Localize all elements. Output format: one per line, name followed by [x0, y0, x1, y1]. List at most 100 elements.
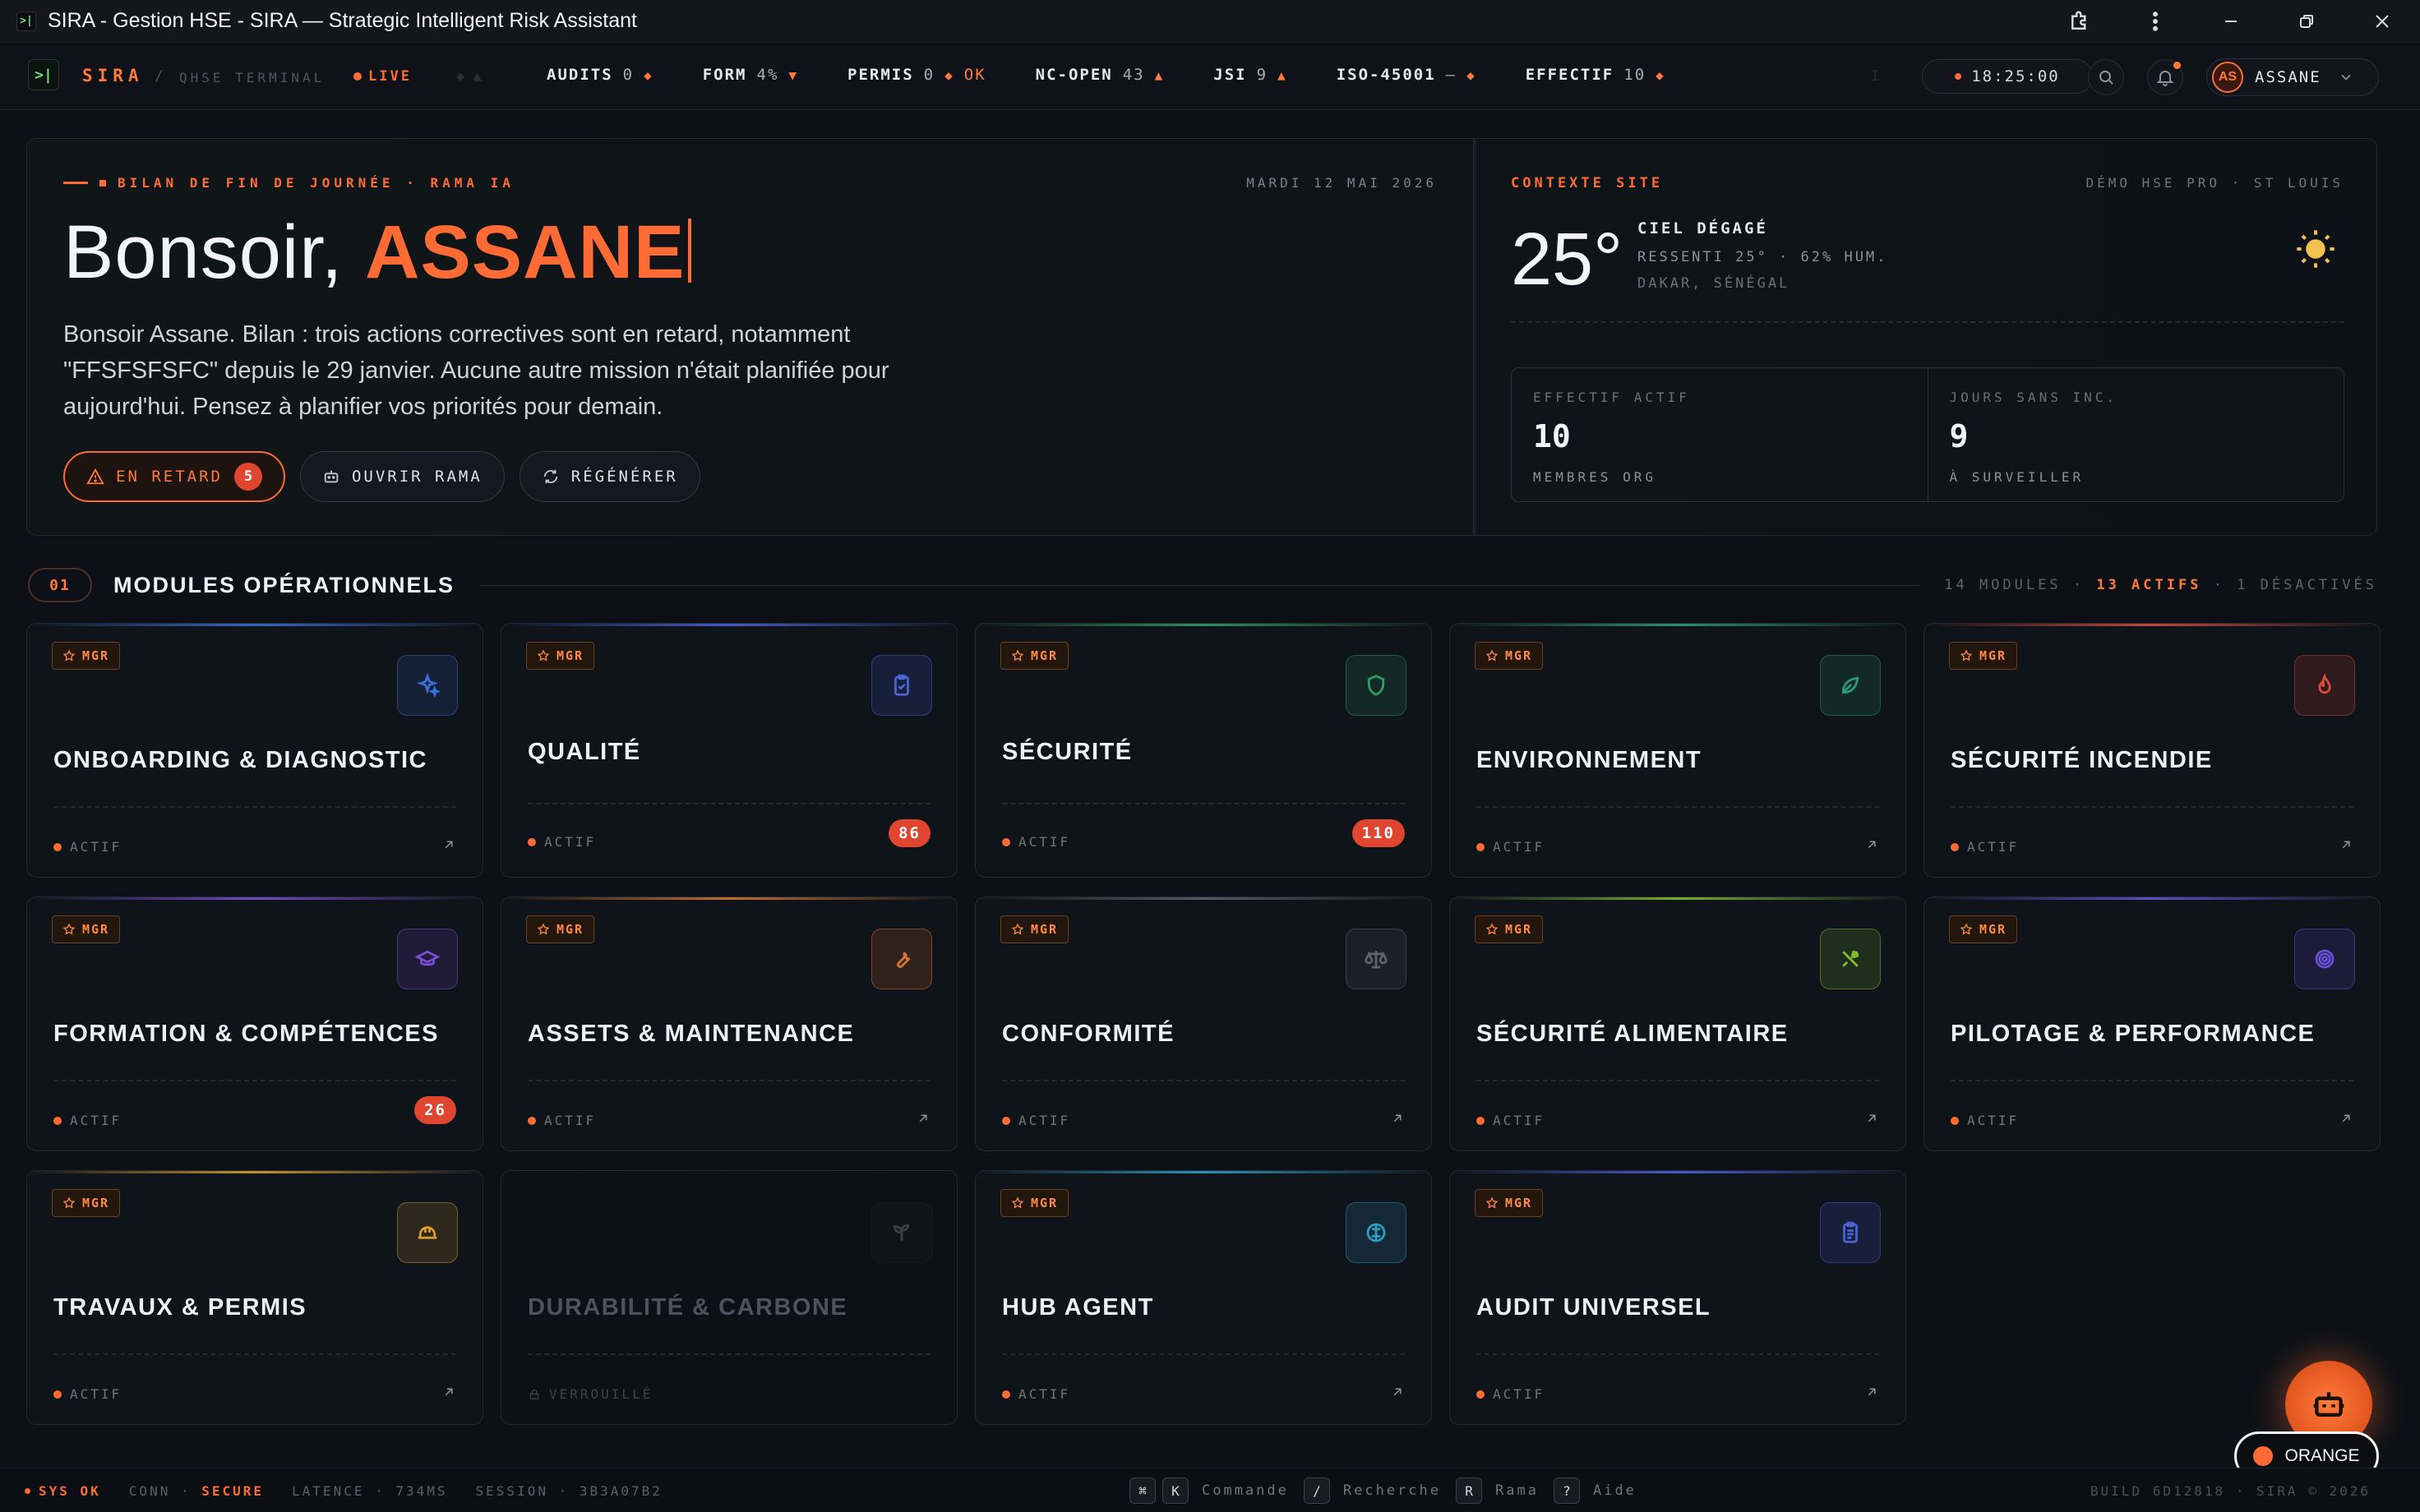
ticker-value: 0	[622, 66, 635, 84]
ticker-value: —	[1445, 66, 1457, 84]
arrow-up-right-icon[interactable]	[2339, 1111, 2353, 1130]
meta-separator: ·	[2201, 577, 2238, 593]
manager-badge-label: MGR	[1031, 1196, 1059, 1210]
module-title: DURABILITÉ & CARBONE	[528, 1294, 848, 1321]
module-title: TRAVAUX & PERMIS	[53, 1294, 307, 1321]
module-card[interactable]: MGR SÉCURITÉ INCENDIE ACTIF	[1924, 623, 2381, 878]
module-status: ACTIF	[1002, 1386, 1070, 1402]
ticker-item[interactable]: JSI 9 ▲	[1213, 66, 1286, 84]
connection-value: SECURE	[201, 1483, 265, 1499]
close-button[interactable]	[2344, 0, 2420, 43]
arrow-up-right-icon[interactable]	[1864, 837, 1879, 856]
ticker-value: 0	[923, 66, 935, 84]
ticker-item[interactable]: FORM 4% ▼	[703, 66, 798, 84]
module-card[interactable]: MGR AUDIT UNIVERSEL ACTIF	[1449, 1170, 1906, 1425]
star-icon	[1960, 649, 1973, 662]
arrow-up-right-icon[interactable]	[916, 1111, 931, 1130]
arrow-up-right-icon[interactable]	[441, 837, 456, 856]
ticker-trend-icon: ▲	[1154, 67, 1165, 83]
arrow-up-right-icon[interactable]	[1864, 1385, 1879, 1404]
arrow-up-right-icon[interactable]	[1864, 1111, 1879, 1130]
keyboard-shortcuts: ⌘ K Commande / Recherche R Rama? Aide	[1129, 1477, 1637, 1504]
user-menu[interactable]: AS ASSANE	[2206, 58, 2379, 96]
minimize-button[interactable]	[2193, 0, 2269, 43]
manager-badge: MGR	[1949, 642, 2018, 670]
module-status-label: ACTIF	[70, 1113, 122, 1128]
brand-name: SIRA	[82, 66, 144, 85]
clock-time: 18:25:00	[1971, 67, 2060, 85]
card-accent-line	[501, 1171, 957, 1173]
daily-summary-panel: BILAN DE FIN DE JOURNÉE · RAMA IA MARDI …	[26, 138, 2377, 536]
ticker-value: 10	[1623, 66, 1646, 84]
shortcut-hint: R Rama	[1456, 1477, 1539, 1504]
module-card[interactable]: MGR QUALITÉ ACTIF 86	[501, 623, 958, 878]
ticker-item[interactable]: AUDITS 0 ◆	[547, 66, 653, 84]
extensions-icon[interactable]	[2042, 0, 2118, 43]
late-actions-button[interactable]: EN RETARD 5	[63, 451, 285, 502]
brand-logo-icon[interactable]: >|	[28, 59, 59, 90]
connection-status: CONN · SECURE	[129, 1483, 264, 1499]
module-status-label: ACTIF	[1018, 834, 1071, 850]
status-dot-icon	[1002, 1390, 1010, 1399]
module-title: ENVIRONNEMENT	[1476, 747, 1702, 773]
avatar: AS	[2212, 62, 2243, 93]
card-divider	[1476, 1353, 1879, 1355]
open-rama-button[interactable]: OUVRIR RAMA	[299, 451, 505, 502]
star-icon	[1960, 923, 1973, 935]
warning-icon	[86, 468, 104, 485]
status-dot-icon	[1002, 1116, 1010, 1125]
manager-badge-label: MGR	[1979, 922, 2007, 937]
status-dot-icon	[1476, 842, 1485, 851]
ticker-extra: OK	[963, 66, 986, 84]
stat-label: EFFECTIF ACTIF	[1533, 390, 1690, 405]
module-card[interactable]: MGR TRAVAUX & PERMIS ACTIF	[26, 1170, 483, 1425]
card-divider	[53, 1353, 456, 1355]
module-card[interactable]: MGR FORMATION & COMPÉTENCES ACTIF 26	[26, 897, 483, 1151]
module-card[interactable]: MGR CONFORMITÉ ACTIF	[975, 897, 1432, 1151]
arrow-up-right-icon[interactable]	[441, 1385, 456, 1404]
module-status-label: ACTIF	[1493, 839, 1545, 855]
module-title: SÉCURITÉ	[1002, 739, 1133, 765]
restore-button[interactable]	[2269, 0, 2344, 43]
manager-badge: MGR	[1475, 1189, 1544, 1217]
card-accent-line	[1450, 897, 1905, 900]
arrow-up-right-icon[interactable]	[1390, 1385, 1405, 1404]
flame-icon	[2294, 655, 2355, 716]
greeting-name: ASSANE	[364, 210, 686, 294]
manager-badge: MGR	[526, 915, 595, 943]
latency: LATENCE · 734MS	[292, 1483, 448, 1499]
module-status: ACTIF	[528, 1113, 596, 1128]
summary-kicker-label: BILAN DE FIN DE JOURNÉE · RAMA IA	[118, 175, 515, 191]
module-card[interactable]: MGR PILOTAGE & PERFORMANCE ACTIF	[1924, 897, 2381, 1151]
arrow-up-right-icon[interactable]	[2339, 837, 2353, 856]
module-card[interactable]: MGR HUB AGENT ACTIF	[975, 1170, 1432, 1425]
ticker-item[interactable]: ISO-45001 — ◆	[1337, 66, 1476, 84]
card-divider	[1476, 806, 1879, 808]
search-button[interactable]	[2088, 59, 2124, 95]
manager-badge-label: MGR	[82, 648, 110, 663]
key-cap: R	[1456, 1477, 1483, 1504]
context-site: DÉMO HSE PRO · ST LOUIS	[2085, 175, 2344, 191]
more-options-icon[interactable]	[2118, 0, 2193, 43]
notifications-button[interactable]	[2147, 59, 2183, 95]
open-rama-label: OUVRIR RAMA	[351, 468, 483, 486]
sprout-icon	[871, 1202, 932, 1263]
module-card[interactable]: MGR SÉCURITÉ ACTIF 110	[975, 623, 1432, 878]
ticker-item[interactable]: EFFECTIF 10 ◆	[1526, 66, 1665, 84]
ticker-item[interactable]: NC-OPEN 43 ▲	[1036, 66, 1165, 84]
theme-label: ORANGE	[2284, 1446, 2360, 1465]
key-cap: /	[1303, 1477, 1330, 1504]
module-status: ACTIF	[53, 1113, 122, 1128]
module-card[interactable]: MGR ONBOARDING & DIAGNOSTIC ACTIF	[26, 623, 483, 878]
module-card[interactable]: MGR ENVIRONNEMENT ACTIF	[1449, 623, 1906, 878]
card-divider	[1002, 1080, 1405, 1081]
module-card[interactable]: MGR ASSETS & MAINTENANCE ACTIF	[501, 897, 958, 1151]
manager-badge: MGR	[1475, 642, 1544, 670]
arrow-up-right-icon[interactable]	[1390, 1111, 1405, 1130]
app-terminal-icon: >|	[16, 11, 36, 31]
ticker-item[interactable]: PERMIS 0 ◆ OK	[847, 66, 986, 84]
module-card[interactable]: MGR SÉCURITÉ ALIMENTAIRE ACTIF	[1449, 897, 1906, 1151]
module-count-badge: 110	[1351, 819, 1405, 847]
regenerate-button[interactable]: RÉGÉNÉRER	[519, 451, 700, 502]
live-indicator: LIVE	[353, 68, 412, 85]
